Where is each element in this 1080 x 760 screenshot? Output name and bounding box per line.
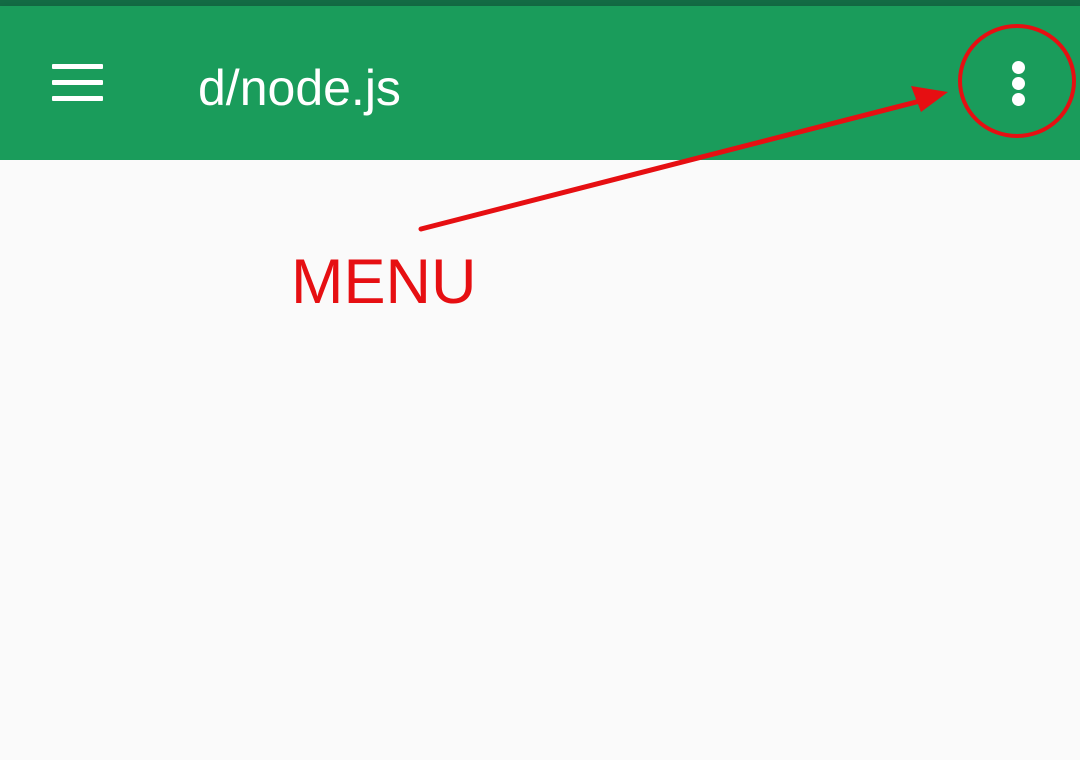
overflow-dot bbox=[1012, 93, 1025, 106]
more-vert-icon[interactable] bbox=[984, 50, 1054, 126]
app-bar: d/node.js bbox=[0, 6, 1080, 160]
overflow-dot bbox=[1012, 61, 1025, 74]
main-content bbox=[0, 160, 1080, 760]
page-title: d/node.js bbox=[198, 60, 401, 116]
hamburger-line bbox=[52, 96, 103, 101]
hamburger-line bbox=[52, 64, 103, 69]
overflow-dot bbox=[1012, 77, 1025, 90]
hamburger-line bbox=[52, 80, 103, 85]
hamburger-menu-icon[interactable] bbox=[40, 50, 114, 114]
menu-annotation-label: MENU bbox=[291, 247, 477, 317]
